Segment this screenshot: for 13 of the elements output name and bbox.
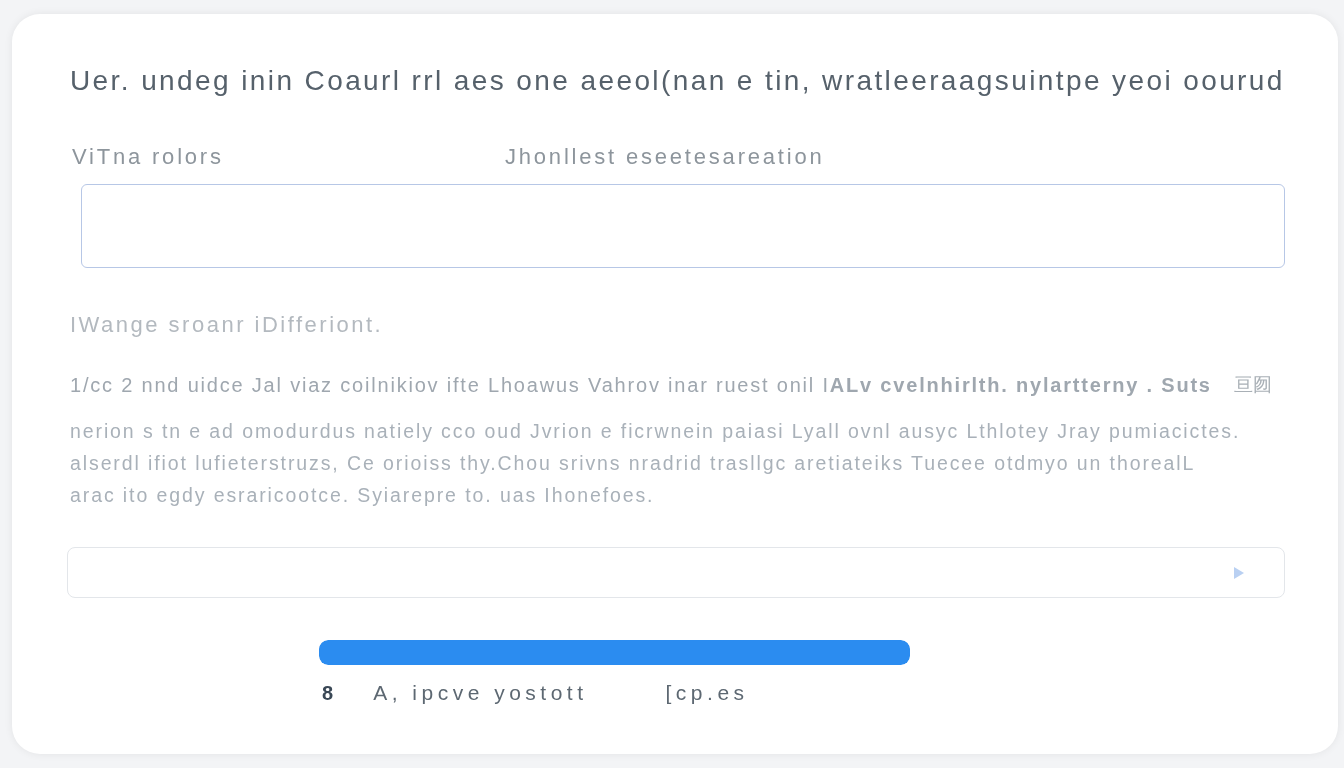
- field-label: Jhonllest eseetesareation: [505, 145, 825, 169]
- play-icon[interactable]: [1234, 566, 1244, 579]
- intro-text: 1/cc 2 nnd uidce Jal viaz coilnikiov ifte Lhoawus Vahrov inar ruest onil IALv cvelnhirlth. nylartterny . Suts: [70, 373, 1212, 397]
- count-text: 8: [322, 681, 334, 705]
- section-heading: IWange sroanr iDifferiont.: [70, 313, 384, 337]
- input-field[interactable]: [81, 184, 1285, 268]
- footer-text: A, ipcve yostott: [373, 681, 588, 705]
- field-label: ViTna rolors: [72, 145, 225, 169]
- suffix-text: 亘囫: [1233, 373, 1272, 397]
- text-field[interactable]: [67, 547, 1285, 598]
- body-paragraph: nerion s tn e ad omodurdus natiely cco oud Jvrion e ficrwnein paiasi Lyall ovnl ausyc Lthlotey Jray pumiacictes. alserdl ifiot lufieterstruzs, Ce orioiss thy.Chou srivns nradrid trasllgc aretiateiks Tuecee otdmyo un thorealL arac ito egdy esraricootce. Syiarepre to. uas Ihonefoes.: [70, 419, 1241, 508]
- page-heading: Uer. undeg inin Coaurl rrl aes one aeeol(nan e tin, wratleeraagsuintpe yeoi oourud: [70, 65, 1285, 97]
- footer-text: [cp.es: [665, 681, 749, 705]
